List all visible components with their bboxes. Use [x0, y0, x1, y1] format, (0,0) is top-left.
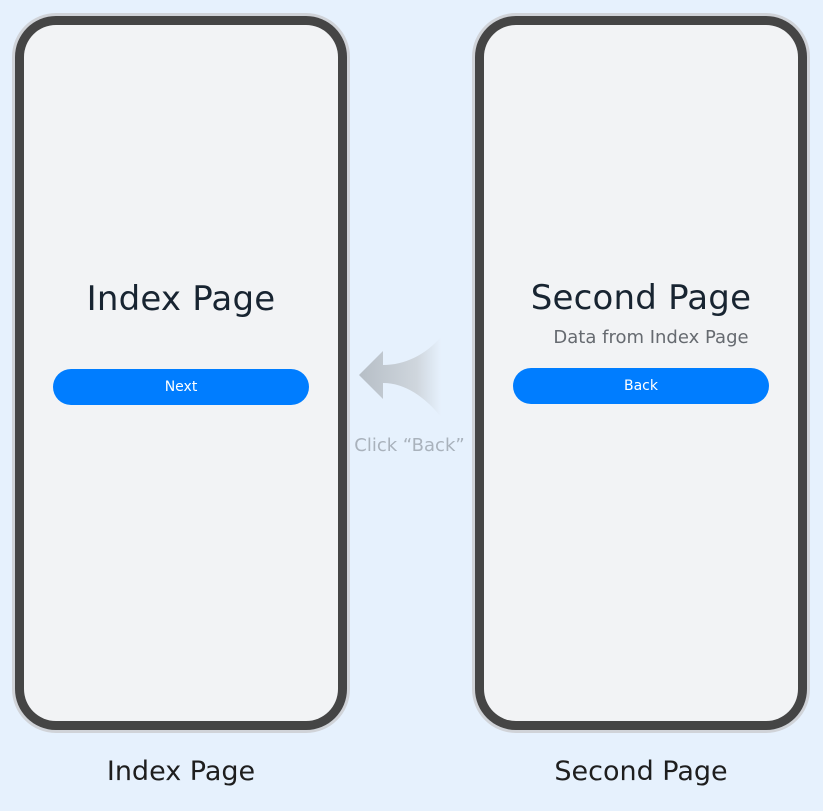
index-phone-bezel: Index Page Next	[15, 16, 347, 730]
index-page-caption: Index Page	[106, 756, 256, 787]
second-page-title: Second Page	[530, 278, 752, 318]
index-page-title: Index Page	[86, 279, 276, 319]
index-phone-screen: Index Page Next	[24, 25, 338, 721]
next-button[interactable]: Next	[53, 369, 309, 405]
second-phone-frame: Second Page Data from Index Page Back	[472, 13, 810, 733]
index-phone-frame: Index Page Next	[12, 13, 350, 733]
second-page-caption: Second Page	[554, 756, 728, 787]
second-page-subtitle: Data from Index Page	[553, 327, 749, 348]
back-button[interactable]: Back	[513, 368, 769, 404]
second-phone-bezel: Second Page Data from Index Page Back	[475, 16, 807, 730]
transition-caption: Click “Back”	[354, 435, 465, 456]
curved-arrow-left-icon	[359, 337, 441, 417]
second-phone-screen: Second Page Data from Index Page Back	[484, 25, 798, 721]
